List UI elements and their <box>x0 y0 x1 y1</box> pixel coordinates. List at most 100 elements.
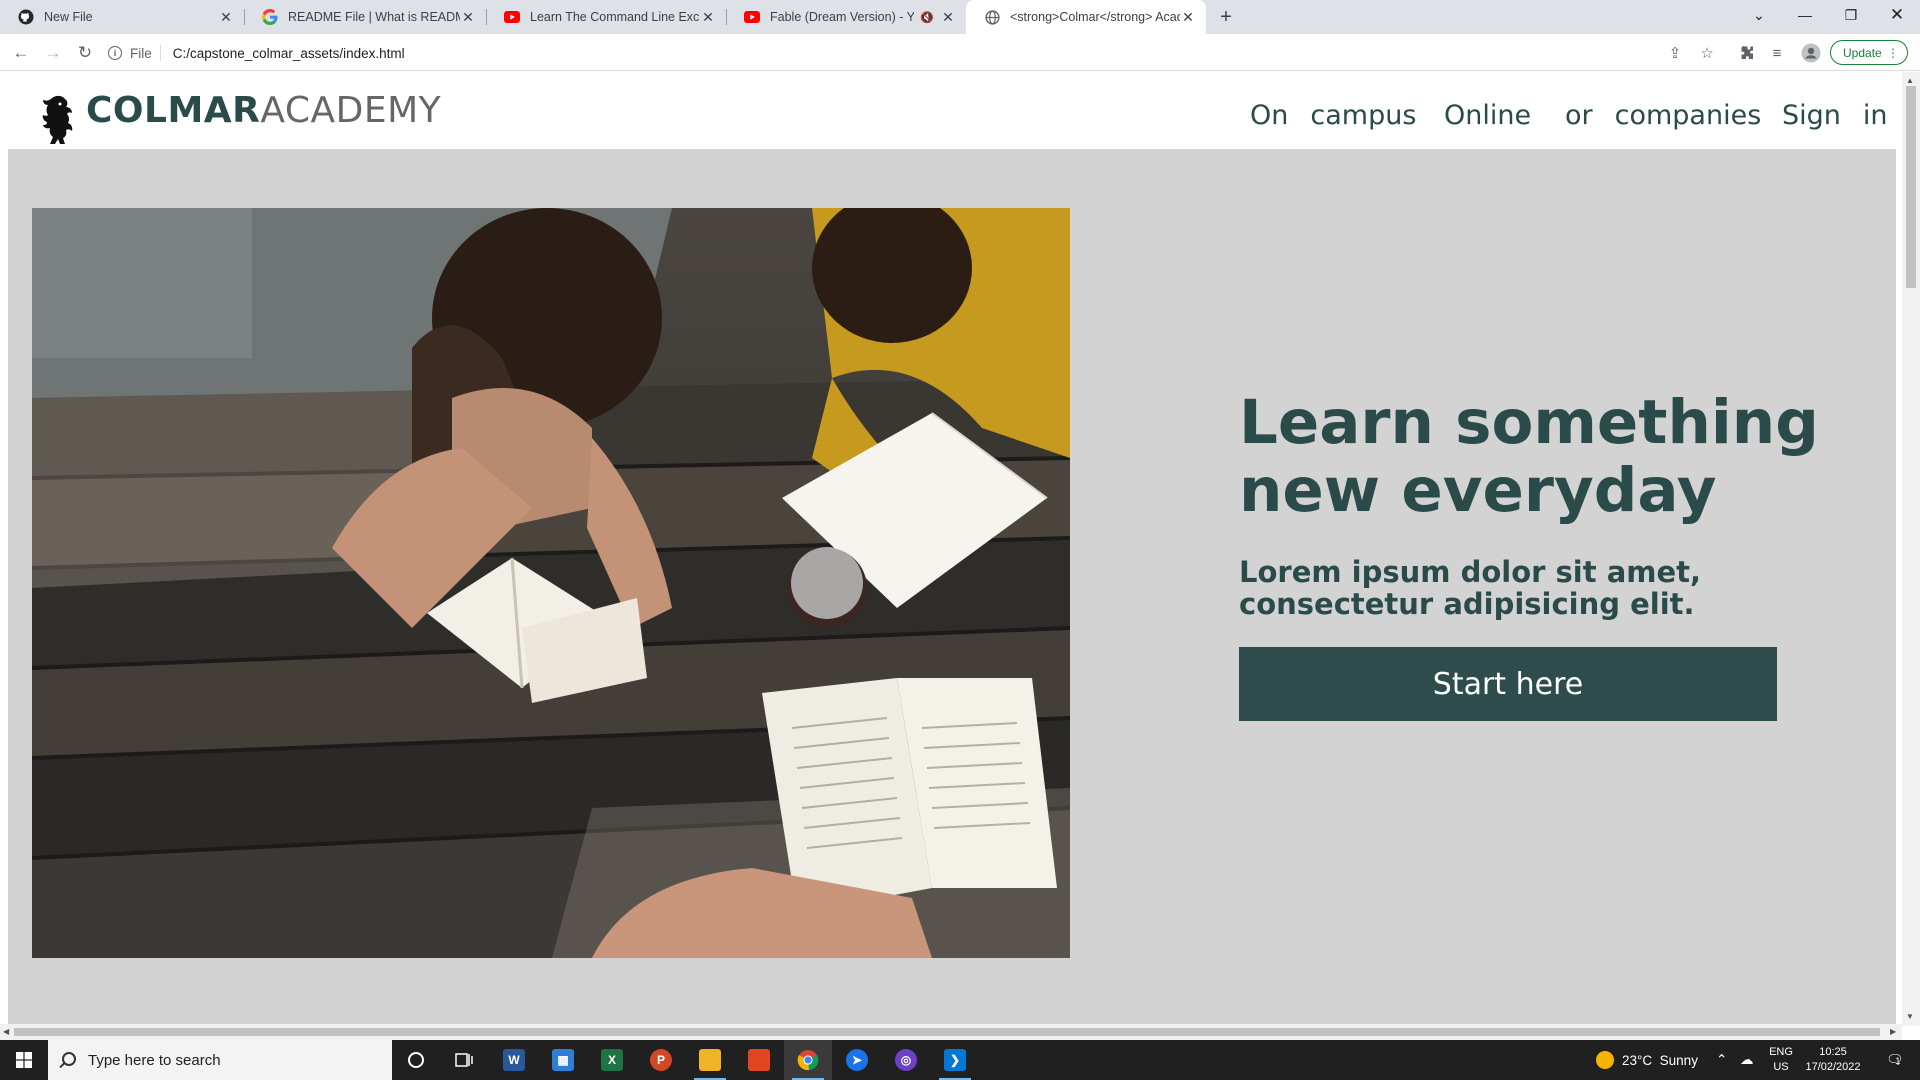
close-icon[interactable]: ✕ <box>218 9 234 26</box>
task-view-icon[interactable] <box>440 1040 488 1080</box>
maps-app-icon[interactable]: ➤ <box>833 1040 881 1080</box>
scroll-down-arrow-icon[interactable]: ▼ <box>1906 1012 1914 1021</box>
vertical-scrollbar[interactable]: ▲ ▼ <box>1902 72 1920 1026</box>
clock[interactable]: 10:25 17/02/2022 <box>1798 1045 1868 1075</box>
nav-link-online[interactable]: Online <box>1444 100 1531 131</box>
logo-light-text: ACADEMY <box>260 90 442 131</box>
window-close-icon[interactable]: ✕ <box>1874 0 1920 30</box>
browser-tab[interactable]: New File ✕ <box>0 0 244 34</box>
notification-count: 1 <box>1895 1056 1901 1066</box>
nav-word: On <box>1250 100 1289 131</box>
update-label: Update <box>1843 45 1882 60</box>
speaker-muted-icon[interactable]: 🔇 <box>920 11 934 24</box>
hero-photo <box>32 208 1070 958</box>
file-explorer-icon[interactable] <box>686 1040 734 1080</box>
powerpoint-app-icon[interactable]: P <box>637 1040 685 1080</box>
youtube-icon <box>504 9 520 25</box>
onedrive-cloud-icon[interactable]: ☁ <box>1740 1040 1754 1080</box>
bookmark-star-icon[interactable]: ☆ <box>1696 42 1718 64</box>
windows-start-icon[interactable] <box>0 1040 48 1080</box>
tab-title: Learn The Command Line Excursi <box>530 10 700 24</box>
new-tab-button[interactable]: + <box>1213 0 1239 34</box>
browser-tab[interactable]: Fable (Dream Version) - YouTube 🔇 ✕ <box>726 0 966 34</box>
vertical-scroll-thumb[interactable] <box>1906 86 1916 288</box>
tab-search-icon[interactable]: ⌄ <box>1736 0 1782 30</box>
scroll-left-arrow-icon[interactable]: ◀ <box>3 1027 9 1036</box>
minimize-icon[interactable]: — <box>1782 0 1828 30</box>
nav-word: Sign <box>1782 100 1841 131</box>
url-separator <box>159 45 161 61</box>
nav-word: Online <box>1444 100 1532 131</box>
taskbar-search-input[interactable]: Type here to search <box>48 1040 392 1080</box>
input-language[interactable]: ENG US <box>1766 1045 1796 1075</box>
students-studying-photo <box>32 208 1070 958</box>
share-icon[interactable]: ⇪ <box>1664 42 1686 64</box>
reload-icon[interactable]: ↻ <box>72 40 98 66</box>
nav-word: companies <box>1614 100 1762 131</box>
nav-link-for-companies[interactable]: or companies <box>1565 100 1761 131</box>
clock-date: 17/02/2022 <box>1805 1061 1861 1073</box>
browser-tab[interactable]: README File | What is README & ✕ <box>244 0 486 34</box>
forward-icon[interactable]: → <box>40 40 66 66</box>
profile-avatar-icon[interactable] <box>1800 42 1822 64</box>
logo-bold-text: COLMAR <box>86 90 261 131</box>
cortana-icon[interactable] <box>392 1040 440 1080</box>
region-code: US <box>1773 1061 1789 1073</box>
sun-icon <box>1596 1051 1614 1069</box>
site-logo[interactable]: COLMARACADEMY <box>86 90 441 131</box>
extensions-puzzle-icon[interactable] <box>1736 42 1758 64</box>
chrome-app-icon[interactable] <box>784 1040 832 1080</box>
word-app-icon[interactable]: W <box>490 1040 538 1080</box>
clock-time: 10:25 <box>1819 1046 1847 1058</box>
browser-toolbar: ← → ↻ i File C:/capstone_colmar_assets/i… <box>0 34 1920 71</box>
search-placeholder: Type here to search <box>88 1051 221 1069</box>
site-header: COLMARACADEMY On campus Online or companie… <box>0 72 1902 148</box>
close-icon[interactable]: ✕ <box>700 9 716 26</box>
site-info-icon[interactable]: i <box>108 46 122 60</box>
google-icon <box>262 9 278 25</box>
horizontal-scroll-thumb[interactable] <box>14 1028 1880 1036</box>
browser-tab-strip: New File ✕ README File | What is README … <box>0 0 1920 34</box>
hero-title: Learn something new everyday <box>1239 387 1819 526</box>
web-page: COLMARACADEMY On campus Online or companie… <box>0 72 1902 1026</box>
excel-app-icon[interactable]: X <box>588 1040 636 1080</box>
back-icon[interactable]: ← <box>8 40 34 66</box>
update-button[interactable]: Update ⋮ <box>1830 40 1908 65</box>
restore-icon[interactable]: ❐ <box>1828 0 1874 30</box>
github-desktop-icon[interactable]: ◎ <box>882 1040 930 1080</box>
horizontal-scrollbar[interactable]: ◀ ▶ <box>0 1024 1902 1040</box>
nav-word: or <box>1565 100 1593 131</box>
nav-link-sign-in[interactable]: Sign in <box>1782 100 1888 131</box>
start-here-button[interactable]: Start here <box>1239 647 1777 721</box>
office-app-icon[interactable] <box>735 1040 783 1080</box>
tab-title: README File | What is README & <box>288 10 460 24</box>
url-scheme-label: File <box>130 45 152 61</box>
lion-logo-icon[interactable] <box>38 94 82 146</box>
close-icon[interactable]: ✕ <box>460 9 476 26</box>
tab-title: New File <box>44 10 93 24</box>
nav-word: in <box>1862 100 1888 131</box>
tab-title: <strong>Colmar</strong> Acad <box>1010 10 1180 24</box>
store-app-icon[interactable]: ▦ <box>539 1040 587 1080</box>
weather-widget[interactable]: 23°C Sunny <box>1596 1040 1698 1080</box>
language-code: ENG <box>1769 1046 1793 1058</box>
show-hidden-icons-icon[interactable]: ⌃ <box>1716 1040 1727 1080</box>
nav-word: campus <box>1310 100 1417 131</box>
vscode-app-icon[interactable]: ❯ <box>931 1040 979 1080</box>
media-queue-icon[interactable]: ≡ <box>1766 42 1788 64</box>
nav-link-on-campus[interactable]: On campus <box>1250 100 1416 131</box>
scroll-right-arrow-icon[interactable]: ▶ <box>1890 1027 1896 1036</box>
address-bar[interactable]: i File C:/capstone_colmar_assets/index.h… <box>108 39 1708 67</box>
weather-text: 23°C Sunny <box>1622 1052 1698 1068</box>
windows-taskbar: Type here to search W ▦ X P ➤ ◎ ❯ 23°C S… <box>0 1040 1920 1080</box>
scroll-up-arrow-icon[interactable]: ▲ <box>1906 76 1914 85</box>
notification-center-icon[interactable]: 🗨 1 <box>1878 1040 1912 1080</box>
kebab-menu-icon[interactable]: ⋮ <box>1887 46 1899 60</box>
github-icon <box>18 9 34 25</box>
url-text[interactable]: C:/capstone_colmar_assets/index.html <box>173 46 405 61</box>
browser-tab[interactable]: Learn The Command Line Excursi ✕ <box>486 0 726 34</box>
youtube-icon <box>744 9 760 25</box>
close-icon[interactable]: ✕ <box>940 9 956 26</box>
browser-tab-active[interactable]: <strong>Colmar</strong> Acad ✕ <box>966 0 1206 34</box>
close-icon[interactable]: ✕ <box>1180 9 1196 26</box>
